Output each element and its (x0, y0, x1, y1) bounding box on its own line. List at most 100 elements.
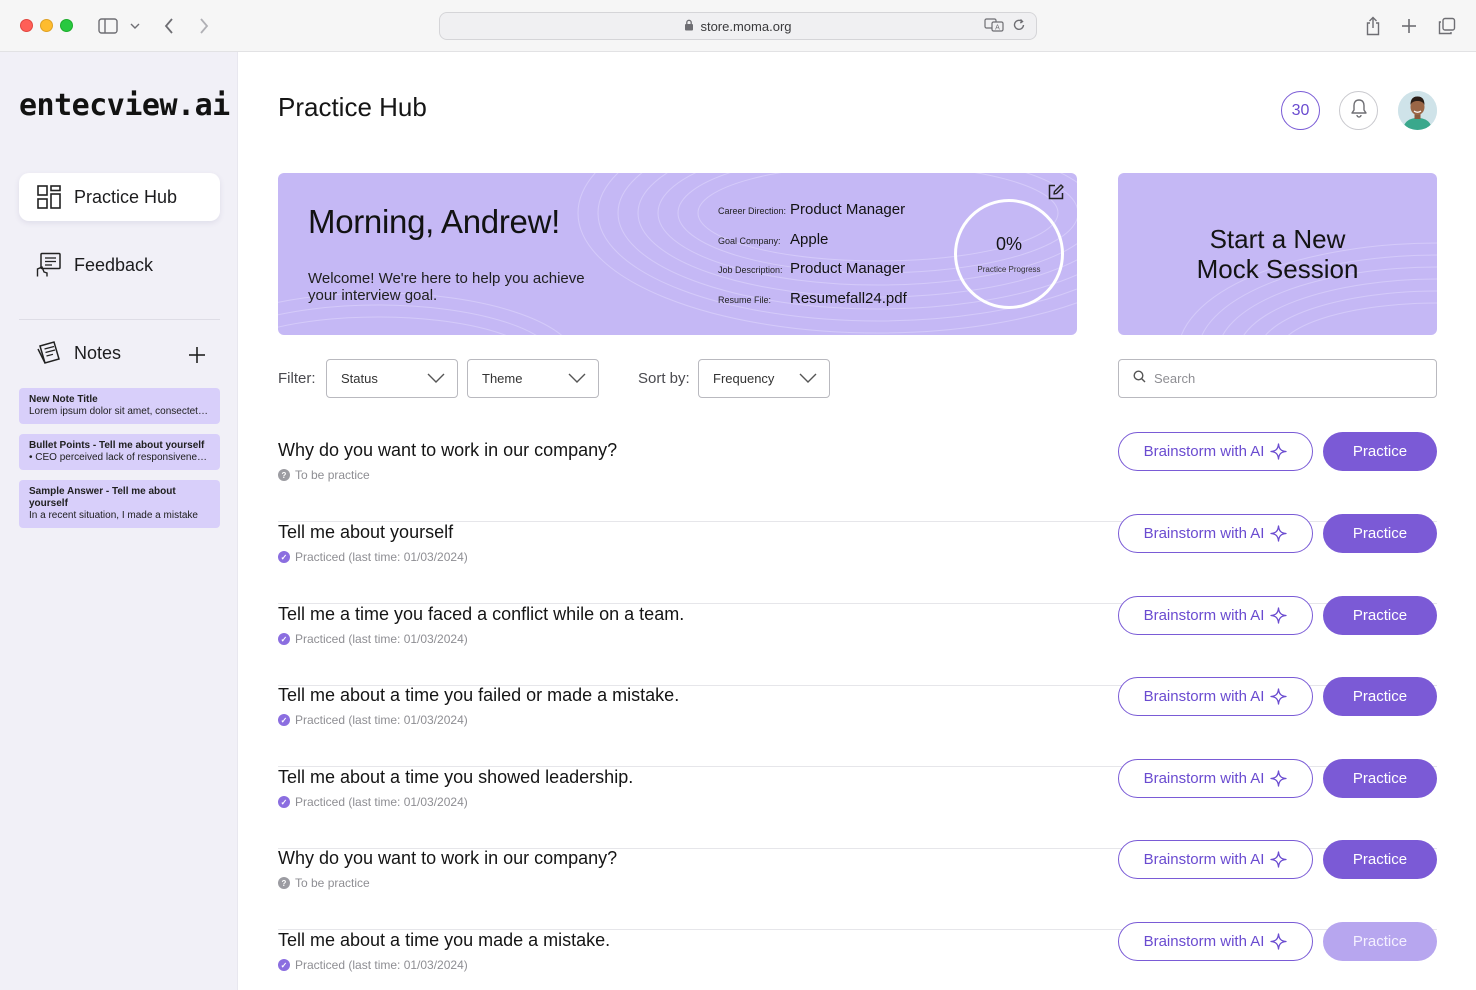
check-circle-icon: ✓ (278, 714, 290, 726)
status-text: To be practice (295, 468, 370, 482)
greeting-heading: Morning, Andrew! (308, 203, 560, 240)
edit-icon[interactable] (1047, 183, 1065, 206)
question-row: Tell me about a time you made a mistake.… (278, 922, 1437, 990)
chevron-down-icon[interactable] (128, 14, 142, 38)
note-card[interactable]: Sample Answer - Tell me about yourself I… (19, 480, 220, 528)
sparkle-icon (1270, 607, 1288, 624)
pending-status-icon: ? (278, 877, 290, 889)
translate-icon[interactable]: A (984, 18, 1004, 35)
info-value: Product Manager (790, 260, 906, 277)
check-circle-icon: ✓ (278, 633, 290, 645)
chevron-down-icon (427, 371, 445, 386)
status-text: To be practice (295, 876, 370, 890)
practice-button[interactable]: Practice (1323, 922, 1437, 961)
progress-label: Practice Progress (977, 265, 1041, 274)
note-card[interactable]: New Note Title Lorem ipsum dolor sit ame… (19, 388, 220, 424)
minimize-window-button[interactable] (40, 19, 53, 32)
reload-icon[interactable] (1012, 18, 1026, 35)
chevron-down-icon (568, 371, 586, 386)
brainstorm-ai-button[interactable]: Brainstorm with AI (1118, 677, 1313, 716)
sidebar-toggle-icon[interactable] (96, 14, 120, 38)
start-mock-session-card[interactable]: Start a New Mock Session (1118, 173, 1437, 335)
practice-button[interactable]: Practice (1323, 759, 1437, 798)
practice-button[interactable]: Practice (1323, 432, 1437, 471)
question-row: Why do you want to work in our company? … (278, 432, 1437, 522)
status-text: Practiced (last time: 01/03/2024) (295, 958, 468, 972)
app-logo[interactable]: entecview.ai (19, 88, 230, 123)
search-input[interactable] (1154, 371, 1414, 386)
check-circle-icon: ✓ (278, 551, 290, 563)
check-circle-icon: ✓ (278, 796, 290, 808)
brainstorm-ai-button[interactable]: Brainstorm with AI (1118, 922, 1313, 961)
chevron-down-icon (799, 371, 817, 386)
add-note-button[interactable] (184, 342, 210, 368)
greeting-subtitle: Welcome! We're here to help you achieve … (308, 270, 585, 304)
close-window-button[interactable] (20, 19, 33, 32)
tab-overview-icon[interactable] (1437, 14, 1457, 38)
notes-icon (36, 340, 62, 366)
question-status: ✓ Practiced (last time: 01/03/2024) (278, 713, 468, 727)
note-card[interactable]: Bullet Points - Tell me about yourself •… (19, 434, 220, 470)
brainstorm-label: Brainstorm with AI (1143, 607, 1265, 624)
sidebar-item-label: Practice Hub (74, 186, 178, 207)
info-value: Product Manager (790, 201, 906, 218)
question-row: Tell me about a time you showed leadersh… (278, 759, 1437, 849)
sidebar-item-feedback[interactable]: Feedback (19, 241, 220, 289)
sort-value: Frequency (713, 371, 775, 386)
sparkle-icon (1270, 443, 1288, 460)
address-bar[interactable]: store.moma.org A (439, 12, 1037, 40)
brainstorm-ai-button[interactable]: Brainstorm with AI (1118, 840, 1313, 879)
pending-status-icon: ? (278, 469, 290, 481)
notification-bell-button[interactable] (1339, 91, 1378, 130)
brainstorm-ai-button[interactable]: Brainstorm with AI (1118, 514, 1313, 553)
brainstorm-ai-button[interactable]: Brainstorm with AI (1118, 759, 1313, 798)
info-value: Resumefall24.pdf (790, 289, 907, 307)
practice-button[interactable]: Practice (1323, 514, 1437, 553)
forward-arrow-icon[interactable] (195, 14, 213, 38)
status-text: Practiced (last time: 01/03/2024) (295, 713, 468, 727)
info-row-resume: Resume File: Resumefall24.pdf (718, 290, 907, 320)
practice-button[interactable]: Practice (1323, 840, 1437, 879)
info-row-company: Goal Company: Apple (718, 231, 907, 261)
question-title: Tell me about a time you failed or made … (278, 685, 680, 705)
question-status: ✓ Practiced (last time: 01/03/2024) (278, 550, 468, 564)
page-title: Practice Hub (278, 92, 427, 122)
info-label: Goal Company: (718, 235, 781, 246)
browser-toolbar: store.moma.org A (0, 0, 1476, 52)
brainstorm-label: Brainstorm with AI (1143, 443, 1265, 460)
question-status: ✓ Practiced (last time: 01/03/2024) (278, 958, 468, 972)
sidebar-item-label: Feedback (74, 254, 154, 275)
brainstorm-label: Brainstorm with AI (1143, 770, 1265, 787)
theme-filter-select[interactable]: Theme (467, 359, 599, 398)
credits-count-badge[interactable]: 30 (1281, 91, 1320, 130)
brainstorm-label: Brainstorm with AI (1143, 851, 1265, 868)
question-title: Tell me about yourself (278, 522, 454, 542)
lock-icon (684, 19, 694, 34)
brainstorm-ai-button[interactable]: Brainstorm with AI (1118, 596, 1313, 635)
share-icon[interactable] (1363, 14, 1383, 38)
check-circle-icon: ✓ (278, 959, 290, 971)
question-title: Tell me about a time you made a mistake. (278, 930, 611, 950)
brainstorm-ai-button[interactable]: Brainstorm with AI (1118, 432, 1313, 471)
info-label: Career Direction: (718, 206, 787, 216)
maximize-window-button[interactable] (60, 19, 73, 32)
new-tab-icon[interactable] (1399, 14, 1419, 38)
question-status: ✓ Practiced (last time: 01/03/2024) (278, 632, 468, 646)
practice-button[interactable]: Practice (1323, 596, 1437, 635)
status-filter-select[interactable]: Status (326, 359, 458, 398)
sidebar-divider (19, 319, 220, 320)
sidebar-item-practice-hub[interactable]: Practice Hub (19, 173, 220, 221)
user-avatar[interactable] (1398, 91, 1437, 130)
app-window: entecview.ai Practice Hub Feedback Notes… (0, 52, 1476, 990)
notes-label: Notes (74, 342, 122, 363)
status-text: Practiced (last time: 01/03/2024) (295, 795, 468, 809)
welcome-card: Morning, Andrew! Welcome! We're here to … (278, 173, 1077, 335)
practice-button[interactable]: Practice (1323, 677, 1437, 716)
question-row: Why do you want to work in our company? … (278, 840, 1437, 930)
back-arrow-icon[interactable] (160, 14, 178, 38)
question-row: Tell me about yourself ✓ Practiced (last… (278, 514, 1437, 604)
question-status: ✓ Practiced (last time: 01/03/2024) (278, 795, 468, 809)
question-title: Tell me about a time you showed leadersh… (278, 767, 634, 787)
sort-select[interactable]: Frequency (698, 359, 830, 398)
search-icon (1133, 369, 1146, 388)
